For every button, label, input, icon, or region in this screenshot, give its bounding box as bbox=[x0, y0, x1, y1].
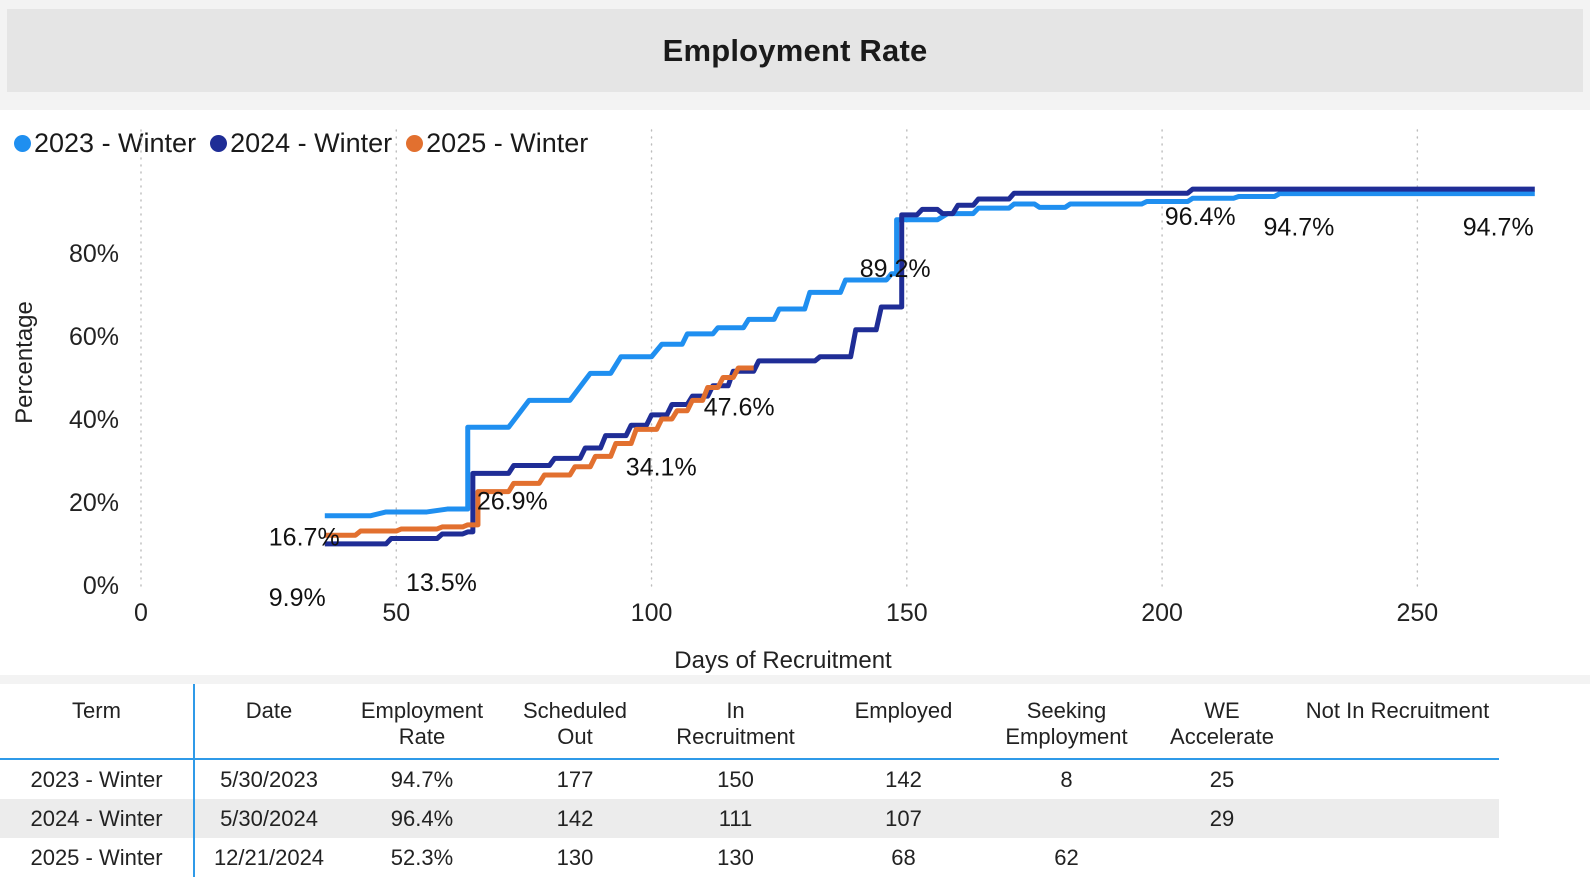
y-axis-title: Percentage bbox=[11, 301, 38, 424]
data-label: 89.2% bbox=[860, 255, 931, 283]
cell-employment-rate: 52.3% bbox=[390, 844, 454, 870]
cell-we-accelerate: 29 bbox=[1148, 798, 1296, 838]
y-axis-tick-label: 80% bbox=[69, 240, 119, 268]
cell-seeking-employment: 62 bbox=[1054, 844, 1079, 870]
chart-svg: 0% 20% 40% 60% 80% 0 50 100 150 200 250 Days of Rec… bbox=[11, 129, 1535, 674]
cell-scheduled-out: 177 bbox=[556, 766, 594, 792]
header-band: Employment Rate bbox=[7, 9, 1583, 92]
column-header-line1: Scheduled bbox=[523, 698, 627, 723]
cell-scheduled-out: 142 bbox=[501, 798, 649, 838]
column-header-line1: Employed bbox=[854, 698, 953, 723]
cell-seeking-employment: 8 bbox=[1060, 766, 1073, 792]
cell-we-accelerate: 25 bbox=[1209, 766, 1235, 792]
column-header-term[interactable]: Term bbox=[0, 684, 195, 760]
column-header-employment-rate[interactable]: Employment Rate bbox=[343, 684, 501, 760]
x-axis-tick-label: 150 bbox=[886, 599, 928, 627]
table-row[interactable]: 2025 - Winter 12/21/2024 52.3% 130 130 68 62 bbox=[0, 837, 1499, 877]
column-header-in-recruitment[interactable]: In Recruitment bbox=[649, 684, 822, 760]
series-line-2023[interactable] bbox=[324, 191, 1535, 519]
column-header-scheduled-out[interactable]: Scheduled Out bbox=[501, 684, 649, 760]
x-axis-tick-label: 200 bbox=[1141, 599, 1183, 627]
column-header-line1: In bbox=[726, 698, 745, 723]
column-header-we-accelerate[interactable]: WE Accelerate bbox=[1148, 684, 1296, 760]
table-row[interactable]: 2023 - Winter 5/30/2023 94.7% 177 150 142 8 25 bbox=[0, 758, 1499, 799]
x-axis-tick-label: 50 bbox=[382, 599, 410, 627]
column-header-line1: Term bbox=[72, 698, 121, 723]
data-label: 94.7% bbox=[1463, 214, 1534, 242]
cell-term: 2025 - Winter bbox=[0, 837, 195, 877]
page-title: Employment Rate bbox=[662, 32, 928, 68]
x-axis-title: Days of Recruitment bbox=[674, 647, 892, 674]
column-header-line2: Employment bbox=[1005, 723, 1128, 749]
y-axis-tick-label: 20% bbox=[69, 489, 119, 517]
column-header-date[interactable]: Date bbox=[194, 684, 343, 760]
data-label: 96.4% bbox=[1165, 203, 1236, 231]
x-axis-tick-label: 0 bbox=[134, 599, 148, 627]
y-axis-tick-label: 0% bbox=[83, 572, 119, 600]
x-axis-tick-label: 250 bbox=[1397, 599, 1439, 627]
column-header-line2: Out bbox=[557, 723, 593, 749]
y-axis-tick-label: 60% bbox=[69, 323, 119, 351]
column-header-employed[interactable]: Employed bbox=[822, 684, 985, 760]
column-header-seeking-employment[interactable]: Seeking Employment bbox=[985, 684, 1148, 760]
cell-scheduled-out: 130 bbox=[556, 844, 594, 870]
column-header-line1: WE bbox=[1204, 698, 1240, 723]
cell-employed: 107 bbox=[822, 798, 985, 838]
cell-employment-rate: 94.7% bbox=[390, 766, 454, 792]
cell-employed: 142 bbox=[885, 766, 922, 792]
data-label: 94.7% bbox=[1264, 214, 1335, 242]
cell-employed: 68 bbox=[891, 844, 916, 870]
column-header-line2: Accelerate bbox=[1170, 723, 1274, 749]
column-header-line1: Employment bbox=[360, 698, 484, 723]
cell-date: 12/21/2024 bbox=[213, 844, 325, 870]
data-label: 47.6% bbox=[704, 393, 775, 421]
column-header-line1: Not In Recruitment bbox=[1305, 698, 1490, 723]
column-header-line1: Seeking bbox=[1026, 698, 1107, 723]
cell-seeking-employment bbox=[985, 798, 1148, 838]
table-body: 2023 - Winter 5/30/2023 94.7% 177 150 142 8 25 2… bbox=[0, 758, 1499, 877]
cell-date: 5/30/2023 bbox=[220, 766, 318, 792]
cell-we-accelerate bbox=[1148, 838, 1296, 877]
data-label: 26.9% bbox=[477, 487, 548, 515]
summary-table: Term Date Employment Rate Scheduled Out bbox=[0, 684, 1499, 877]
y-axis-tick-label: 40% bbox=[69, 406, 119, 434]
column-header-line1: Date bbox=[245, 698, 293, 723]
data-label: 13.5% bbox=[406, 569, 477, 597]
data-label: 16.7% bbox=[269, 524, 340, 552]
cell-not-in-recruitment bbox=[1296, 798, 1499, 838]
cell-in-recruitment: 150 bbox=[717, 766, 754, 792]
column-header-line2: Recruitment bbox=[676, 723, 795, 749]
cell-not-in-recruitment bbox=[1296, 838, 1499, 877]
cell-in-recruitment: 130 bbox=[717, 844, 754, 870]
summary-table-card: Term Date Employment Rate Scheduled Out bbox=[0, 684, 1590, 879]
column-header-not-in-recruitment[interactable]: Not In Recruitment bbox=[1296, 684, 1499, 760]
cell-in-recruitment: 111 bbox=[649, 798, 822, 838]
table-row[interactable]: 2024 - Winter 5/30/2024 96.4% 142 111 107 29 bbox=[0, 798, 1499, 838]
dashboard-page: Employment Rate 2023 - Winter 2024 - Win… bbox=[0, 0, 1590, 879]
cell-employment-rate: 96.4% bbox=[343, 798, 501, 838]
column-header-line2: Rate bbox=[398, 723, 446, 749]
cell-date: 5/30/2024 bbox=[194, 798, 343, 838]
cell-not-in-recruitment bbox=[1296, 759, 1499, 799]
line-chart[interactable]: 0% 20% 40% 60% 80% 0 50 100 150 200 250 Days of Rec… bbox=[0, 110, 1590, 675]
data-label: 9.9% bbox=[269, 584, 326, 612]
chart-card: 2023 - Winter 2024 - Winter 2025 - Winte… bbox=[0, 110, 1590, 675]
cell-term: 2024 - Winter bbox=[0, 798, 195, 838]
cell-term: 2023 - Winter bbox=[0, 758, 195, 799]
data-label: 34.1% bbox=[626, 453, 697, 481]
x-axis-tick-label: 100 bbox=[631, 599, 673, 627]
